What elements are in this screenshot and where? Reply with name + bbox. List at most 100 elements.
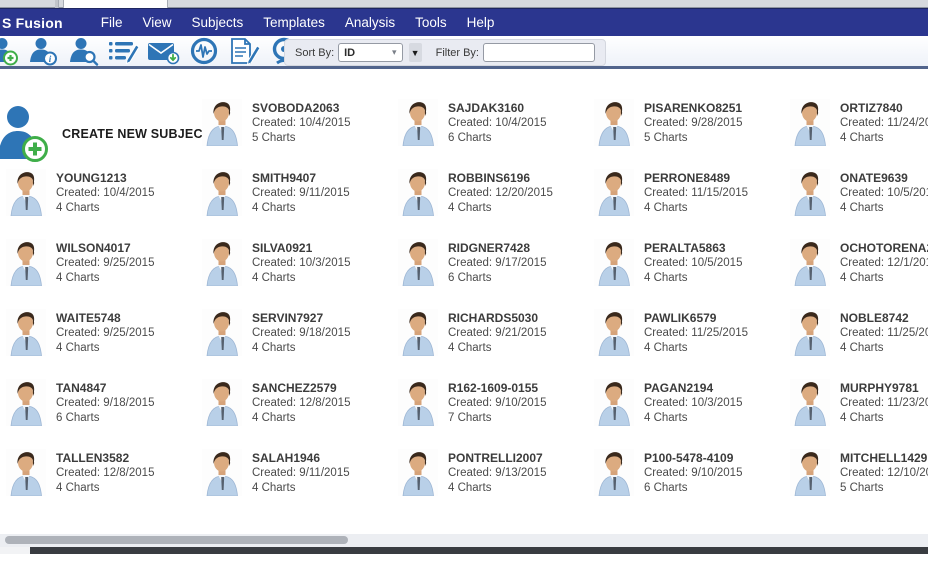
edit-document-icon[interactable] bbox=[224, 36, 264, 66]
subject-created-date: Created: 12/8/2015 bbox=[252, 396, 350, 411]
subject-created-date: Created: 11/25/2015 bbox=[644, 326, 748, 341]
menu-item-file[interactable]: File bbox=[91, 11, 133, 34]
sort-direction-button[interactable]: ▼ bbox=[409, 43, 422, 62]
subject-created-date: Created: 11/15/2015 bbox=[644, 186, 748, 201]
subject-chart-count: 4 Charts bbox=[644, 341, 748, 356]
subject-card[interactable]: SILVA0921 Created: 10/3/2015 4 Charts bbox=[202, 239, 398, 309]
horizontal-scrollbar[interactable] bbox=[0, 534, 928, 547]
subject-card[interactable]: PONTRELLI2007 Created: 9/13/2015 4 Chart… bbox=[398, 449, 594, 519]
subject-chart-count: 4 Charts bbox=[840, 201, 928, 216]
subject-card[interactable]: PAWLIK6579 Created: 11/25/2015 4 Charts bbox=[594, 309, 790, 379]
menu-item-analysis[interactable]: Analysis bbox=[335, 11, 405, 34]
subject-card[interactable]: OCHOTORENA2 Created: 12/1/2015 4 Charts bbox=[790, 239, 928, 309]
subject-created-date: Created: 9/21/2015 bbox=[448, 326, 546, 341]
subject-card[interactable]: SALAH1946 Created: 9/11/2015 4 Charts bbox=[202, 449, 398, 519]
subject-card[interactable]: SAJDAK3160 Created: 10/4/2015 6 Charts bbox=[398, 99, 594, 169]
window-top-edge bbox=[0, 0, 928, 8]
subject-created-date: Created: 10/3/2015 bbox=[252, 256, 350, 271]
subject-created-date: Created: 9/28/2015 bbox=[644, 116, 742, 131]
subject-id: YOUNG1213 bbox=[56, 171, 154, 186]
subject-photo bbox=[398, 239, 438, 286]
subject-created-date: Created: 10/4/2015 bbox=[252, 116, 350, 131]
menu-item-tools[interactable]: Tools bbox=[405, 11, 457, 34]
menu-item-help[interactable]: Help bbox=[457, 11, 505, 34]
subject-card[interactable]: R162-1609-0155 Created: 9/10/2015 7 Char… bbox=[398, 379, 594, 449]
subject-chart-count: 4 Charts bbox=[252, 411, 350, 426]
add-subject-icon[interactable] bbox=[0, 36, 24, 66]
subject-photo bbox=[202, 239, 242, 286]
subject-card[interactable]: P100-5478-4109 Created: 9/10/2015 6 Char… bbox=[594, 449, 790, 519]
subject-chart-count: 4 Charts bbox=[840, 271, 928, 286]
edit-list-icon[interactable] bbox=[104, 36, 144, 66]
waveform-icon[interactable] bbox=[184, 36, 224, 66]
subject-chart-count: 6 Charts bbox=[644, 481, 742, 496]
subject-card[interactable]: PERALTA5863 Created: 10/5/2015 4 Charts bbox=[594, 239, 790, 309]
subject-meta: WAITE5748 Created: 9/25/2015 4 Charts bbox=[56, 309, 154, 356]
subject-chart-count: 7 Charts bbox=[448, 411, 546, 426]
subject-card[interactable]: YOUNG1213 Created: 10/4/2015 4 Charts bbox=[6, 169, 202, 239]
subject-id: PAGAN2194 bbox=[644, 381, 742, 396]
subject-card[interactable]: SMITH9407 Created: 9/11/2015 4 Charts bbox=[202, 169, 398, 239]
subject-card[interactable]: PISARENKO8251 Created: 9/28/2015 5 Chart… bbox=[594, 99, 790, 169]
subject-photo bbox=[790, 309, 830, 356]
subject-id: PONTRELLI2007 bbox=[448, 451, 546, 466]
subject-id: PERALTA5863 bbox=[644, 241, 742, 256]
subject-photo bbox=[790, 379, 830, 426]
mail-export-icon[interactable] bbox=[144, 36, 184, 66]
subject-card[interactable]: WILSON4017 Created: 9/25/2015 4 Charts bbox=[6, 239, 202, 309]
sort-by-select[interactable]: ID ▾ bbox=[338, 43, 402, 62]
subject-card[interactable]: ROBBINS6196 Created: 12/20/2015 4 Charts bbox=[398, 169, 594, 239]
subject-card[interactable]: MITCHELL1429 Created: 12/10/2015 5 Chart… bbox=[790, 449, 928, 519]
subject-meta: PAGAN2194 Created: 10/3/2015 4 Charts bbox=[644, 379, 742, 426]
subject-id: R162-1609-0155 bbox=[448, 381, 546, 396]
menu-item-templates[interactable]: Templates bbox=[253, 11, 335, 34]
toolbar: i bbox=[0, 36, 928, 69]
subject-card[interactable]: PAGAN2194 Created: 10/3/2015 4 Charts bbox=[594, 379, 790, 449]
subject-chart-count: 4 Charts bbox=[252, 341, 350, 356]
subject-search-icon[interactable] bbox=[64, 36, 104, 66]
subject-card[interactable]: TAN4847 Created: 9/18/2015 6 Charts bbox=[6, 379, 202, 449]
subject-card[interactable]: SANCHEZ2579 Created: 12/8/2015 4 Charts bbox=[202, 379, 398, 449]
subject-meta: NOBLE8742 Created: 11/25/2015 4 Charts bbox=[840, 309, 928, 356]
subject-card[interactable]: MURPHY9781 Created: 11/23/2015 4 Charts bbox=[790, 379, 928, 449]
subject-card[interactable]: ORTIZ7840 Created: 11/24/2015 4 Charts bbox=[790, 99, 928, 169]
subject-card[interactable]: RIDGNER7428 Created: 9/17/2015 6 Charts bbox=[398, 239, 594, 309]
subject-chart-count: 4 Charts bbox=[840, 341, 928, 356]
subject-chart-count: 4 Charts bbox=[448, 201, 553, 216]
add-person-icon bbox=[0, 104, 50, 164]
subject-chart-count: 4 Charts bbox=[252, 481, 350, 496]
subject-id: SANCHEZ2579 bbox=[252, 381, 350, 396]
subject-photo bbox=[594, 239, 634, 286]
subject-card[interactable]: SERVIN7927 Created: 9/18/2015 4 Charts bbox=[202, 309, 398, 379]
subject-id: OCHOTORENA2 bbox=[840, 241, 928, 256]
subject-created-date: Created: 10/3/2015 bbox=[644, 396, 742, 411]
subject-card[interactable]: NOBLE8742 Created: 11/25/2015 4 Charts bbox=[790, 309, 928, 379]
subject-meta: ROBBINS6196 Created: 12/20/2015 4 Charts bbox=[448, 169, 553, 216]
subject-info-icon[interactable]: i bbox=[24, 36, 64, 66]
subject-meta: PISARENKO8251 Created: 9/28/2015 5 Chart… bbox=[644, 99, 742, 146]
subjects-grid: CREATE NEW SUBJECT SVOBODA2063 Created: … bbox=[6, 99, 928, 519]
subject-card[interactable]: RICHARDS5030 Created: 9/21/2015 4 Charts bbox=[398, 309, 594, 379]
subject-card[interactable]: PERRONE8489 Created: 11/15/2015 4 Charts bbox=[594, 169, 790, 239]
subject-card[interactable]: ONATE9639 Created: 10/5/2015 4 Charts bbox=[790, 169, 928, 239]
subject-card[interactable]: SVOBODA2063 Created: 10/4/2015 5 Charts bbox=[202, 99, 398, 169]
subject-photo bbox=[790, 169, 830, 216]
subject-photo bbox=[6, 239, 46, 286]
subject-photo bbox=[398, 169, 438, 216]
subject-photo bbox=[202, 99, 242, 146]
filter-input[interactable] bbox=[483, 43, 595, 62]
subject-chart-count: 4 Charts bbox=[644, 201, 748, 216]
subject-photo bbox=[398, 99, 438, 146]
menu-item-view[interactable]: View bbox=[132, 11, 181, 34]
create-new-subject-button[interactable]: CREATE NEW SUBJECT bbox=[6, 99, 202, 169]
subject-card[interactable]: TALLEN3582 Created: 12/8/2015 4 Charts bbox=[6, 449, 202, 519]
subject-created-date: Created: 10/4/2015 bbox=[56, 186, 154, 201]
scrollbar-thumb[interactable] bbox=[5, 536, 348, 544]
subject-meta: SALAH1946 Created: 9/11/2015 4 Charts bbox=[252, 449, 350, 496]
subject-card[interactable]: WAITE5748 Created: 9/25/2015 4 Charts bbox=[6, 309, 202, 379]
menu-item-subjects[interactable]: Subjects bbox=[182, 11, 254, 34]
subject-id: SAJDAK3160 bbox=[448, 101, 546, 116]
subject-photo bbox=[202, 169, 242, 216]
subject-meta: PERRONE8489 Created: 11/15/2015 4 Charts bbox=[644, 169, 748, 216]
subject-id: RIDGNER7428 bbox=[448, 241, 546, 256]
